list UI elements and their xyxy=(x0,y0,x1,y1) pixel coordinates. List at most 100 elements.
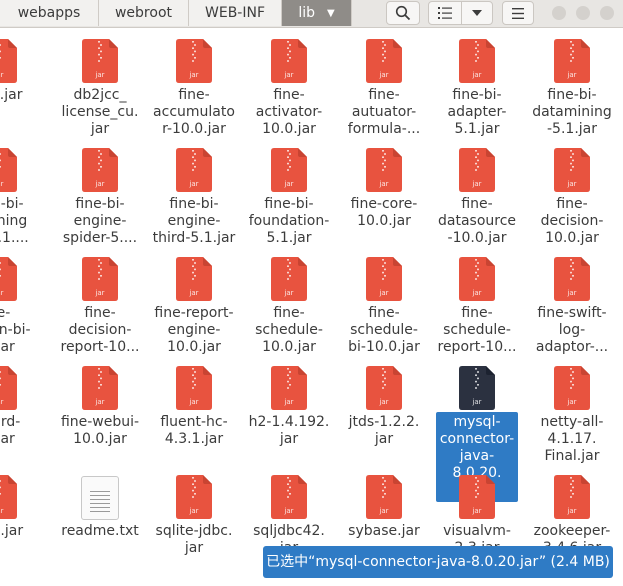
jar-badge-label: jar xyxy=(188,289,198,297)
jar-archive-icon: jar xyxy=(459,39,495,83)
jar-archive-icon: jar xyxy=(176,257,212,301)
jar-archive-icon: jar xyxy=(271,366,307,410)
file-name-label: db2jcc_ license_cu. jar xyxy=(61,87,139,137)
file-name-label: fine-bi- amining rd-5.1.... xyxy=(0,196,29,246)
jar-badge-label: jar xyxy=(283,398,293,406)
file-name-label: fine-core- 10.0.jar xyxy=(350,196,418,229)
jar-badge-label: jar xyxy=(471,289,481,297)
breadcrumb-webapps[interactable]: webapps xyxy=(0,0,99,26)
file-name-label: fine-bi- foundation- 5.1.jar xyxy=(248,196,330,246)
jar-badge-label: jar xyxy=(94,289,104,297)
jar-archive-icon: jar xyxy=(82,257,118,301)
jar-archive-icon: jar xyxy=(366,257,402,301)
jar-badge-label: jar xyxy=(566,507,576,515)
jar-badge-label: jar xyxy=(0,289,4,297)
maximize-window-button[interactable] xyxy=(576,6,590,20)
view-options-button[interactable] xyxy=(461,1,493,25)
breadcrumb-lib[interactable]: lib ▼ xyxy=(282,0,352,26)
file-grid: jar cc4.jar jar db2jcc_ license_cu. jar jar f… xyxy=(0,27,623,586)
jar-badge-label: jar xyxy=(283,507,293,515)
file-name-label: netty-all- 4.1.17. Final.jar xyxy=(540,414,604,464)
jar-archive-icon: jar xyxy=(82,366,118,410)
jar-archive-icon: jar xyxy=(554,39,590,83)
jar-archive-icon: jar xyxy=(554,148,590,192)
jar-badge-label: jar xyxy=(566,398,576,406)
file-name-label: fine-report- engine- 10.0.jar xyxy=(154,305,234,355)
text-file-icon xyxy=(81,476,119,520)
file-name-label: h2-1.4.192. jar xyxy=(248,414,330,447)
jar-archive-icon: jar xyxy=(176,475,212,519)
jar-badge-label: jar xyxy=(471,398,481,406)
file-name-label: ne- cision-bi- 0.jar xyxy=(0,305,31,355)
list-view-button[interactable] xyxy=(428,1,462,25)
jar-badge-label: jar xyxy=(188,71,198,79)
jar-badge-label: jar xyxy=(94,398,104,406)
file-name-label: sybase.jar xyxy=(348,523,420,539)
jar-archive-icon: jar xyxy=(459,366,495,410)
jar-archive-icon: jar xyxy=(366,148,402,192)
file-name-label: fine-swift- log- adaptor-... xyxy=(535,305,609,355)
file-name-label: c14.jar xyxy=(0,523,24,539)
jar-archive-icon: jar xyxy=(554,257,590,301)
jar-archive-icon: jar xyxy=(176,366,212,410)
file-name-label: fine-bi- adapter- 5.1.jar xyxy=(447,87,507,137)
jar-archive-icon: jar xyxy=(271,148,307,192)
jar-badge-label: jar xyxy=(378,289,388,297)
breadcrumb-web-inf[interactable]: WEB-INF xyxy=(189,0,282,26)
file-name-label: fine- schedule- 10.0.jar xyxy=(255,305,323,355)
breadcrumb-lib-label: lib xyxy=(298,5,315,21)
jar-archive-icon: jar xyxy=(366,475,402,519)
jar-badge-label: jar xyxy=(94,180,104,188)
jar-archive-icon: jar xyxy=(0,475,17,519)
search-button[interactable] xyxy=(386,1,420,25)
jar-badge-label: jar xyxy=(566,71,576,79)
jar-badge-label: jar xyxy=(378,180,388,188)
jar-badge-label: jar xyxy=(283,71,293,79)
file-name-label: fine- accumulato r-10.0.jar xyxy=(153,87,235,137)
jar-archive-icon: jar xyxy=(366,366,402,410)
menu-button[interactable] xyxy=(502,1,534,25)
header-bar: webapps webroot WEB-INF lib ▼ xyxy=(0,0,623,28)
jar-badge-label: jar xyxy=(471,180,481,188)
file-name-label: fine- schedule- bi-10.0.jar xyxy=(348,305,420,355)
jar-badge-label: jar xyxy=(0,71,4,79)
selection-status: 已选中“mysql-connector-java-8.0.20.jar” (2.… xyxy=(263,546,613,578)
jar-archive-icon: jar xyxy=(0,257,17,301)
file-name-label: fine-bi- datamining -5.1.jar xyxy=(532,87,612,137)
minimize-window-button[interactable] xyxy=(552,6,566,20)
jar-badge-label: jar xyxy=(471,71,481,79)
file-name-label: fine- decision- 10.0.jar xyxy=(540,196,604,246)
file-name-label: -third- 0.jar xyxy=(0,414,21,447)
jar-archive-icon: jar xyxy=(271,475,307,519)
jar-archive-icon: jar xyxy=(271,257,307,301)
jar-badge-label: jar xyxy=(0,398,4,406)
file-name-label: fine-bi- engine- third-5.1.jar xyxy=(152,196,236,246)
jar-archive-icon: jar xyxy=(176,148,212,192)
jar-archive-icon: jar xyxy=(459,257,495,301)
file-name-label: cc4.jar xyxy=(0,87,23,103)
chevron-down-icon xyxy=(472,10,482,16)
jar-badge-label: jar xyxy=(0,180,4,188)
jar-archive-icon: jar xyxy=(459,148,495,192)
jar-archive-icon: jar xyxy=(0,366,17,410)
breadcrumb-webroot[interactable]: webroot xyxy=(99,0,189,26)
jar-archive-icon: jar xyxy=(366,39,402,83)
jar-badge-label: jar xyxy=(378,71,388,79)
file-name-label: fine- schedule- report-10... xyxy=(437,305,517,355)
file-name-label: fine-webui- 10.0.jar xyxy=(60,414,140,447)
jar-badge-label: jar xyxy=(188,180,198,188)
jar-badge-label: jar xyxy=(188,507,198,515)
file-name-label: jtds-1.2.2. jar xyxy=(348,414,420,447)
jar-badge-label: jar xyxy=(378,398,388,406)
close-window-button[interactable] xyxy=(600,6,614,20)
jar-archive-icon: jar xyxy=(176,39,212,83)
jar-archive-icon: jar xyxy=(459,475,495,519)
file-name-label: sqlite-jdbc. jar xyxy=(155,523,233,556)
jar-badge-label: jar xyxy=(94,71,104,79)
jar-archive-icon: jar xyxy=(554,366,590,410)
file-name-label: fine- activator- 10.0.jar xyxy=(255,87,323,137)
jar-archive-icon: jar xyxy=(554,475,590,519)
jar-badge-label: jar xyxy=(378,507,388,515)
jar-badge-label: jar xyxy=(0,507,4,515)
jar-archive-icon: jar xyxy=(82,39,118,83)
